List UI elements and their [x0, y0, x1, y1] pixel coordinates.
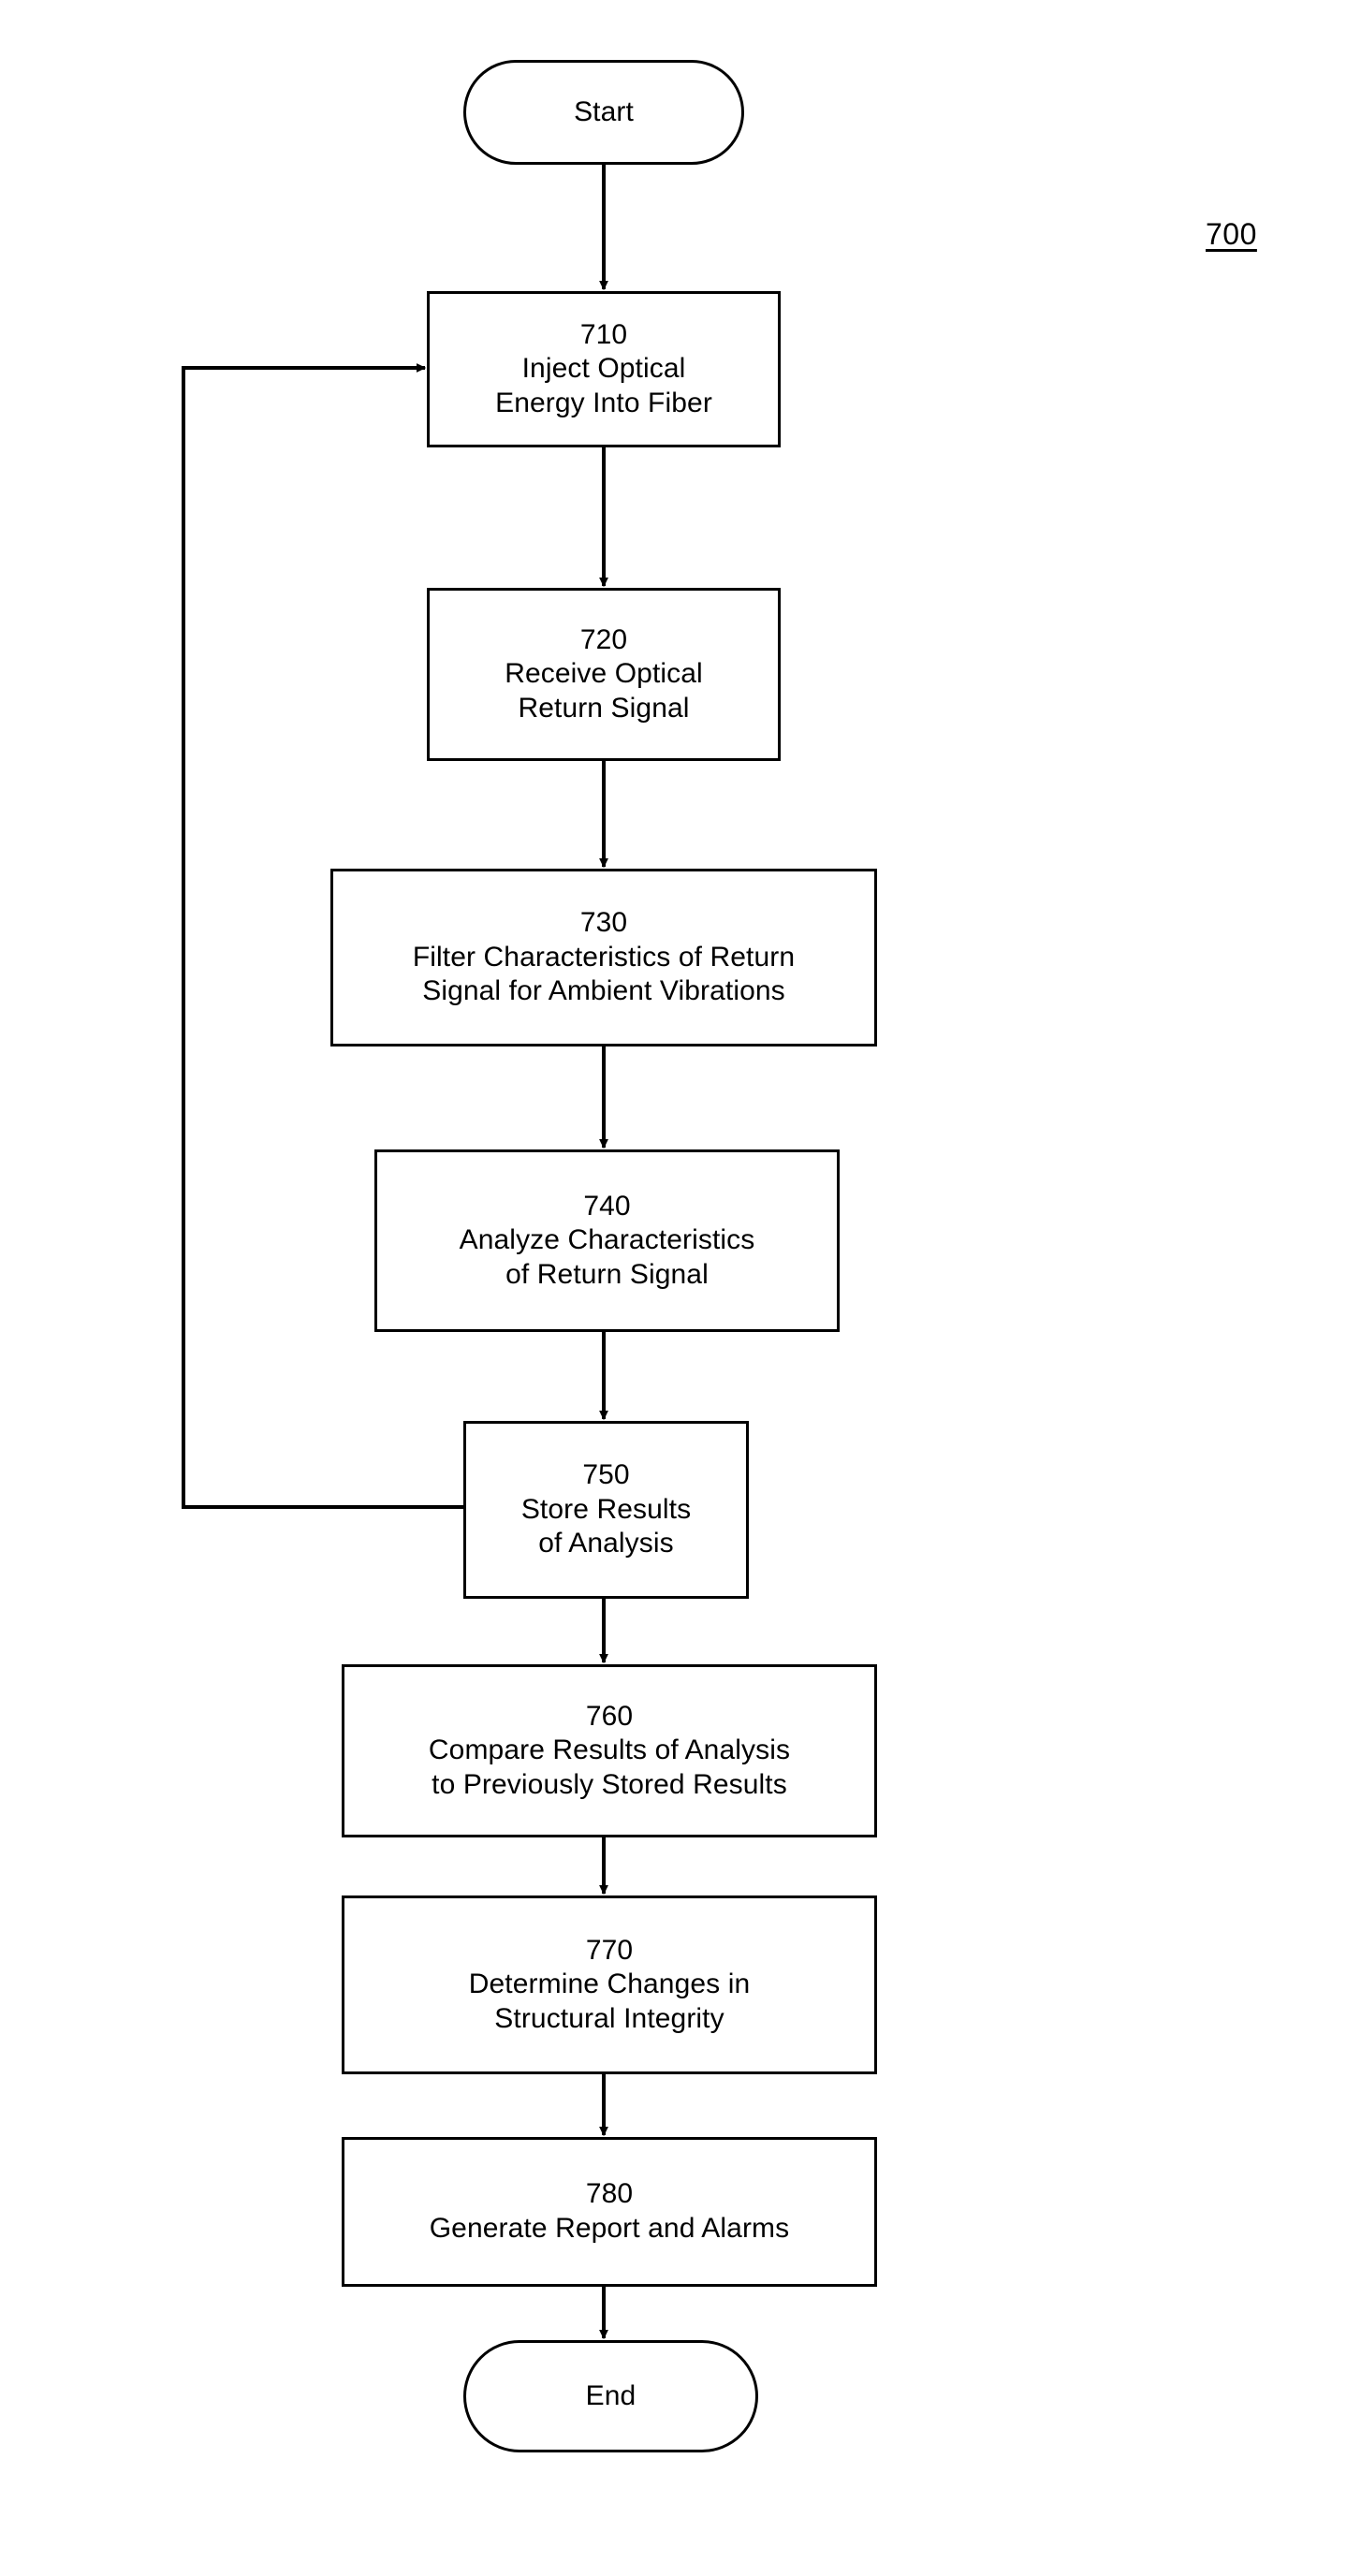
node-780-ref: 780 — [585, 2178, 634, 2210]
node-750-line1: Store Results — [520, 1493, 692, 1525]
node-760-line1: Compare Results of Analysis — [428, 1734, 791, 1766]
node-730-line1: Filter Characteristics of Return — [412, 941, 796, 973]
node-740-line1: Analyze Characteristics — [459, 1224, 755, 1256]
node-710-inject-optical-energy[interactable]: 710 Inject Optical Energy Into Fiber — [427, 291, 781, 447]
node-720-ref: 720 — [579, 623, 628, 655]
node-770-determine-changes[interactable]: 770 Determine Changes in Structural Inte… — [342, 1895, 877, 2074]
node-720-line2: Return Signal — [518, 692, 690, 724]
node-end-label: End — [585, 2379, 637, 2411]
node-760-line2: to Previously Stored Results — [432, 1768, 787, 1800]
node-730-ref: 730 — [579, 907, 628, 939]
node-710-line1: Inject Optical — [521, 353, 686, 385]
node-770-line2: Structural Integrity — [494, 2002, 724, 2034]
node-770-line1: Determine Changes in — [468, 1969, 751, 2000]
figure-reference-number: 700 — [1206, 217, 1257, 251]
node-end[interactable]: End — [463, 2340, 758, 2452]
node-start-label: Start — [574, 95, 634, 127]
node-750-line2: of Analysis — [538, 1528, 674, 1559]
node-720-receive-optical-return-signal[interactable]: 720 Receive Optical Return Signal — [427, 588, 781, 761]
flowchart-page: 700 Start 710 Inject Optical Energy Into… — [0, 0, 1361, 2576]
node-740-ref: 740 — [583, 1190, 631, 1222]
node-760-ref: 760 — [585, 1700, 634, 1732]
node-750-store-results[interactable]: 750 Store Results of Analysis — [463, 1421, 749, 1599]
node-760-compare-results[interactable]: 760 Compare Results of Analysis to Previ… — [342, 1664, 877, 1837]
node-710-ref: 710 — [579, 318, 628, 350]
node-740-analyze-characteristics[interactable]: 740 Analyze Characteristics of Return Si… — [374, 1149, 840, 1332]
node-730-line2: Signal for Ambient Vibrations — [422, 975, 785, 1007]
node-710-line2: Energy Into Fiber — [495, 387, 712, 418]
node-740-line2: of Return Signal — [505, 1258, 709, 1290]
node-780-generate-report-and-alarms[interactable]: 780 Generate Report and Alarms — [342, 2137, 877, 2287]
node-780-line1: Generate Report and Alarms — [429, 2213, 790, 2244]
node-770-ref: 770 — [585, 1934, 634, 1966]
node-720-line1: Receive Optical — [505, 658, 703, 690]
node-750-ref: 750 — [582, 1459, 630, 1491]
node-start[interactable]: Start — [463, 60, 744, 165]
node-730-filter-characteristics[interactable]: 730 Filter Characteristics of Return Sig… — [330, 869, 877, 1046]
